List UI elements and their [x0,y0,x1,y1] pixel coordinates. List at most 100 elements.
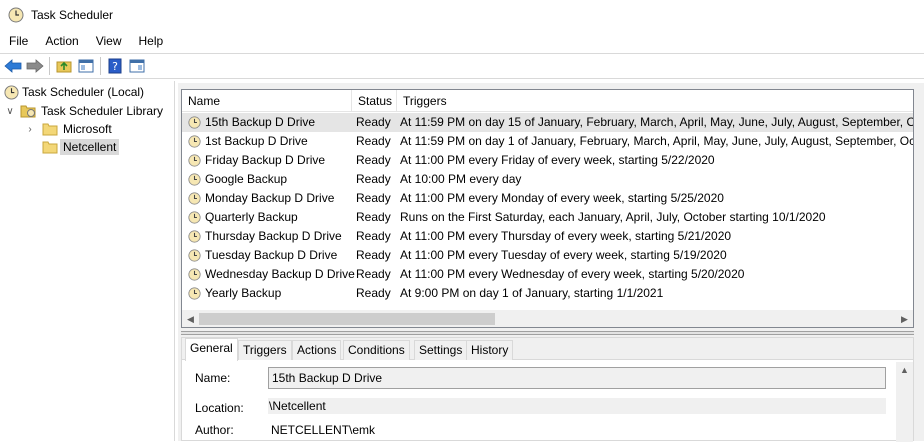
menu-help[interactable]: Help [130,34,172,48]
tab-conditions[interactable]: Conditions [343,340,410,360]
tree-item-label: Task Scheduler Library [41,104,164,118]
help-button[interactable]: ? [104,55,126,77]
tree-item-netcellent[interactable]: Netcellent [42,138,120,156]
task-triggers: At 10:00 PM every day [400,172,522,186]
forward-button[interactable] [24,55,46,77]
task-triggers: At 11:00 PM every Wednesday of every wee… [400,267,745,281]
up-folder-button[interactable] [53,55,75,77]
task-status: Ready [356,115,391,129]
chevron-down-icon[interactable]: ∨ [4,106,16,117]
task-name-cell: Tuesday Backup D Drive [188,246,337,265]
tab-actions[interactable]: Actions [292,340,342,360]
location-value: \Netcellent [268,398,886,414]
svg-text:?: ? [112,60,118,73]
task-status: Ready [356,210,391,224]
task-clock-icon [188,173,201,186]
tab-general[interactable]: General [185,338,238,361]
tree-item-label: Microsoft [63,122,112,136]
details-pane: General Triggers Actions Conditions Sett… [181,337,914,442]
forward-icon [26,59,44,73]
task-clock-icon [188,116,201,129]
task-status: Ready [356,134,391,148]
task-name-cell: Google Backup [188,170,287,189]
task-triggers: At 11:00 PM every Friday of every week, … [400,153,715,167]
task-name-cell: Friday Backup D Drive [188,151,325,170]
scrollbar-thumb[interactable] [199,313,495,325]
menu-view[interactable]: View [87,34,130,48]
menu-bar: File Action View Help [0,30,924,52]
task-status: Ready [356,229,391,243]
task-status: Ready [356,172,391,186]
tree-item-root[interactable]: Task Scheduler (Local) [4,83,147,101]
task-name-cell: Monday Backup D Drive [188,189,334,208]
task-name-cell: Yearly Backup [188,284,281,303]
horizontal-scrollbar[interactable]: ◀ ▶ [182,310,913,327]
task-status: Ready [356,286,391,300]
task-clock-icon [188,268,201,281]
task-clock-icon [188,135,201,148]
task-list: Name Status Triggers 15th Backup D Drive… [181,89,914,328]
task-name: Wednesday Backup D Drive [205,267,355,281]
table-row[interactable]: Wednesday Backup D Drive Ready At 11:00 PM… [182,265,913,284]
show-hide-action-pane-button[interactable] [126,55,148,77]
tab-triggers[interactable]: Triggers [238,340,292,360]
scroll-right-icon[interactable]: ▶ [896,311,913,327]
table-row[interactable]: Tuesday Backup D Drive Ready At 11:00 PM e… [182,246,913,265]
vertical-scrollbar[interactable]: ▲ [896,362,913,442]
task-clock-icon [188,211,201,224]
task-name-cell: Wednesday Backup D Drive [188,265,355,284]
task-name: 15th Backup D Drive [205,115,316,129]
task-name: Quarterly Backup [205,210,298,224]
location-label: Location: [195,401,244,415]
folder-icon [42,123,58,136]
task-triggers: Runs on the First Saturday, each January… [400,210,826,224]
task-clock-icon [188,287,201,300]
column-header-status[interactable]: Status [352,90,397,112]
author-label: Author: [195,423,234,437]
task-status: Ready [356,267,391,281]
pane-splitter[interactable] [181,331,914,335]
task-name: Tuesday Backup D Drive [205,248,338,262]
back-button[interactable] [2,55,24,77]
tree-item-label: Netcellent [60,139,120,155]
task-triggers: At 11:00 PM every Thursday of every week… [400,229,732,243]
scroll-up-icon[interactable]: ▲ [896,362,913,379]
tab-history[interactable]: History [466,340,514,360]
table-row[interactable]: Monday Backup D Drive Ready At 11:00 PM ev… [182,189,913,208]
name-field[interactable]: 15th Backup D Drive [268,367,886,389]
toolbar-separator [100,57,101,75]
task-triggers: At 11:59 PM on day 1 of January, Februar… [400,134,914,148]
show-hide-action-pane-icon [129,59,145,73]
tab-settings[interactable]: Settings [414,340,468,360]
menu-file[interactable]: File [0,34,36,48]
tree-item-microsoft[interactable]: › Microsoft [24,120,115,138]
column-header-triggers[interactable]: Triggers [397,90,913,112]
task-name-cell: Thursday Backup D Drive [188,227,342,246]
table-row[interactable]: Thursday Backup D Drive Ready At 11:00 PM … [182,227,913,246]
column-header-name[interactable]: Name [182,90,352,112]
table-row[interactable]: Quarterly Backup Ready Runs on the First S… [182,208,913,227]
table-row[interactable]: 1st Backup D Drive Ready At 11:59 PM on da… [182,132,913,151]
menu-action[interactable]: Action [36,34,86,48]
scroll-left-icon[interactable]: ◀ [182,311,199,327]
tree-item-label: Task Scheduler (Local) [22,85,145,99]
table-row[interactable]: Google Backup Ready At 10:00 PM every day [182,170,913,189]
toolbar: ? [0,53,924,79]
table-row[interactable]: 15th Backup D Drive Ready At 11:59 PM on d… [182,113,913,132]
task-name: Yearly Backup [205,286,282,300]
toolbar-separator [49,57,50,75]
task-triggers: At 11:00 PM every Tuesday of every week,… [400,248,727,262]
main-pane: Name Status Triggers 15th Backup D Drive… [178,83,924,442]
task-status: Ready [356,248,391,262]
task-clock-icon [188,230,201,243]
table-row[interactable]: Friday Backup D Drive Ready At 11:00 PM ev… [182,151,913,170]
chevron-right-icon[interactable]: › [24,124,36,135]
task-name: Google Backup [205,172,288,186]
task-name: Friday Backup D Drive [205,153,326,167]
task-name: Monday Backup D Drive [205,191,335,205]
show-hide-console-tree-button[interactable] [75,55,97,77]
table-row[interactable]: Yearly Backup Ready At 9:00 PM on day 1 of… [182,284,913,303]
window-title: Task Scheduler [31,8,114,22]
task-status: Ready [356,153,391,167]
tree-item-library[interactable]: ∨ Task Scheduler Library [4,102,166,120]
